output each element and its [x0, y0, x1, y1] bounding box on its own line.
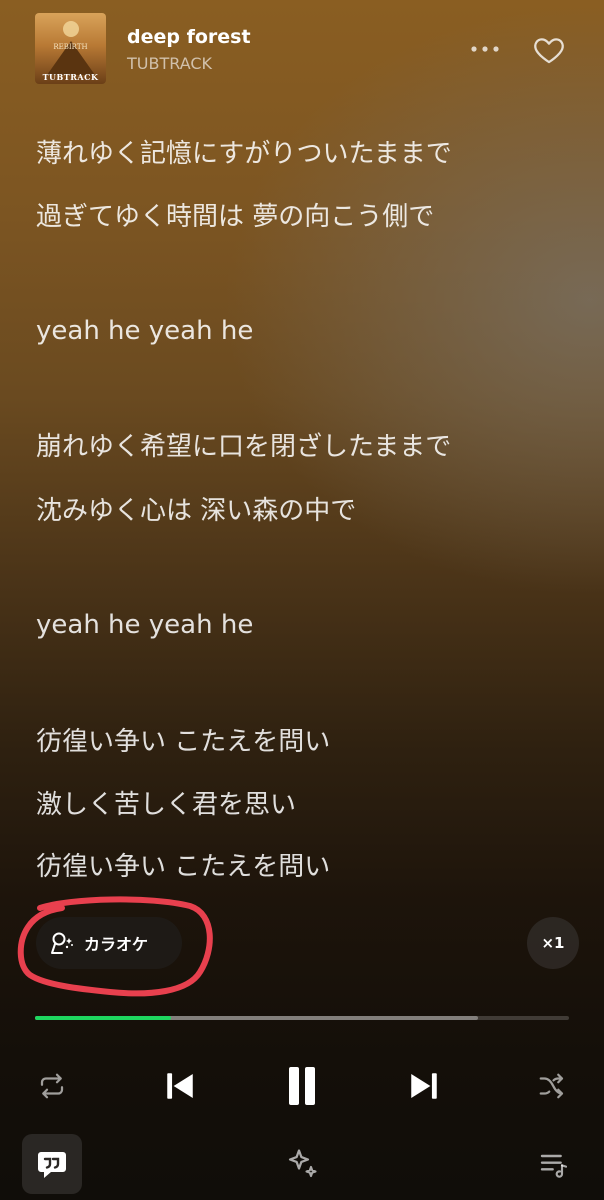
cover-logo: TUBTRACK [42, 72, 99, 82]
repeat-icon [40, 1073, 64, 1099]
shuffle-icon [539, 1073, 564, 1099]
sparkle-icon [288, 1149, 317, 1178]
ai-sparkle-button[interactable] [282, 1144, 322, 1184]
karaoke-label: カラオケ [84, 935, 149, 954]
next-button[interactable] [402, 1062, 446, 1110]
shuffle-button[interactable] [530, 1064, 574, 1108]
heart-outline-icon [534, 38, 564, 64]
repeat-button[interactable] [30, 1064, 74, 1108]
lyric-line[interactable]: 薄れゆく記憶にすがりついたままで [36, 139, 452, 169]
artist-name[interactable]: TUBTRACK [127, 54, 212, 73]
lyric-line[interactable]: 彷徨い争い こたえを問い [36, 727, 330, 757]
lyric-line[interactable]: 崩れゆく希望に口を閉ざしたままで [36, 432, 451, 462]
karaoke-button[interactable]: カラオケ [36, 917, 182, 969]
lyric-line[interactable]: 彷徨い争い こたえを問い [36, 852, 330, 882]
lyric-line[interactable]: 過ぎてゆく時間は 夢の向こう側で [36, 202, 434, 232]
favorite-button[interactable] [532, 33, 566, 67]
pause-button[interactable] [278, 1060, 326, 1112]
skip-previous-icon [167, 1073, 193, 1099]
lyric-line[interactable]: yeah he yeah he [36, 316, 253, 346]
cover-sun [63, 21, 79, 37]
microphone-sparkle-icon [51, 932, 73, 954]
lyric-line[interactable]: yeah he yeah he [36, 610, 253, 640]
track-title[interactable]: deep forest [127, 26, 251, 48]
pause-icon [289, 1067, 315, 1105]
previous-button[interactable] [158, 1062, 202, 1110]
progress-fill [35, 1016, 172, 1020]
queue-button[interactable] [534, 1144, 574, 1184]
cover-title: REBIRTH [53, 43, 88, 51]
skip-next-icon [411, 1073, 437, 1099]
lyrics-tab-button[interactable] [22, 1134, 82, 1194]
more-horizontal-icon [471, 46, 499, 52]
annotation-circle [17, 896, 213, 997]
progress-bar[interactable] [35, 1016, 569, 1020]
player-header: REBIRTH TUBTRACK deep forest TUBTRACK [0, 0, 604, 100]
queue-music-icon [540, 1154, 568, 1178]
more-options-button[interactable] [468, 34, 502, 64]
lyric-line[interactable]: 激しく苦しく君を思い [36, 790, 296, 820]
album-cover[interactable]: REBIRTH TUBTRACK [35, 13, 106, 84]
playback-speed-button[interactable]: ×1 [527, 917, 579, 969]
lyric-line[interactable]: 沈みゆく心は 深い森の中で [36, 496, 356, 526]
lyrics-quote-icon [38, 1152, 66, 1178]
